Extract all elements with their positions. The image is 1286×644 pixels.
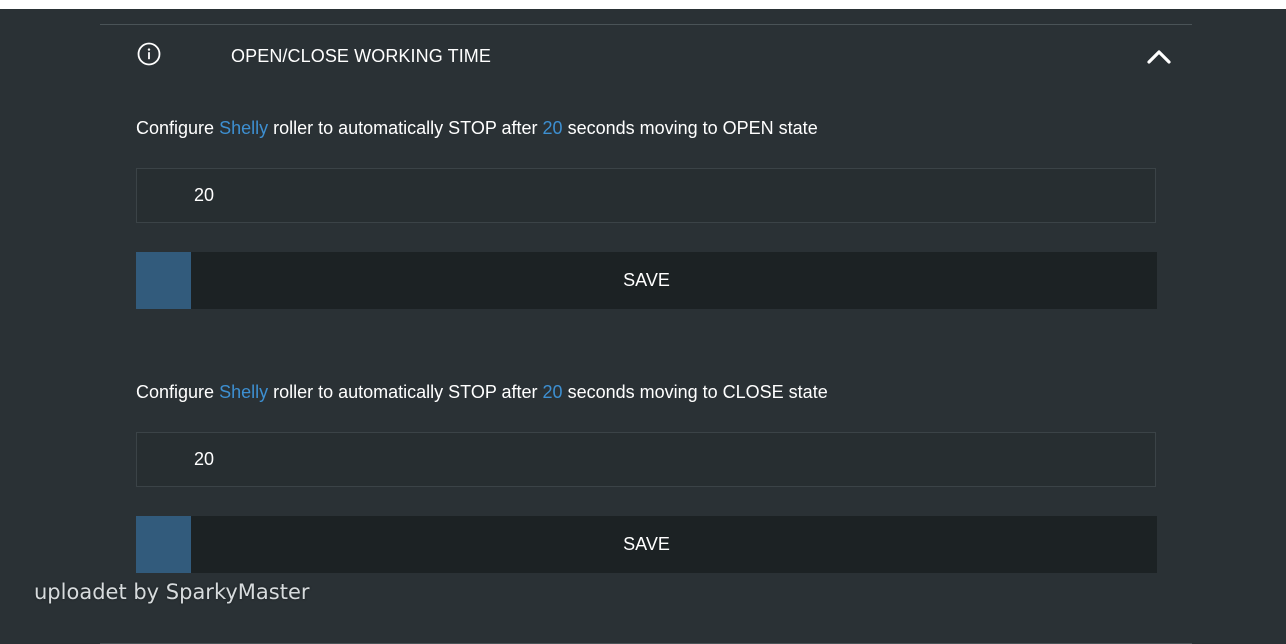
device-name: Shelly: [219, 118, 269, 138]
seconds-value: 20: [542, 382, 563, 402]
chevron-up-icon[interactable]: [1146, 47, 1172, 65]
section-title: OPEN/CLOSE WORKING TIME: [231, 46, 492, 66]
open-time-description: Configure Shelly roller to automatically…: [136, 118, 818, 139]
top-strip: [0, 0, 1286, 9]
settings-panel: OPEN/CLOSE WORKING TIME Configure Shelly…: [0, 9, 1286, 644]
seconds-value: 20: [542, 118, 563, 138]
desc-prefix: Configure: [136, 382, 220, 402]
open-time-input[interactable]: [136, 168, 1156, 223]
info-circle-icon: [137, 42, 161, 66]
close-time-save-button[interactable]: SAVE: [136, 516, 1157, 573]
save-button-label: SAVE: [623, 534, 670, 554]
section-header-working-time[interactable]: OPEN/CLOSE WORKING TIME: [100, 25, 1192, 89]
save-button-label: SAVE: [623, 270, 670, 290]
open-time-save-button[interactable]: SAVE: [136, 252, 1157, 309]
desc-suffix: seconds moving to CLOSE state: [562, 382, 828, 402]
desc-suffix: seconds moving to OPEN state: [562, 118, 818, 138]
desc-middle: roller to automatically STOP after: [268, 118, 543, 138]
watermark-text: uploadet by SparkyMaster: [34, 580, 310, 604]
close-time-input[interactable]: [136, 432, 1156, 487]
device-name: Shelly: [219, 382, 269, 402]
desc-middle: roller to automatically STOP after: [268, 382, 543, 402]
desc-prefix: Configure: [136, 118, 220, 138]
close-time-description: Configure Shelly roller to automatically…: [136, 382, 828, 403]
